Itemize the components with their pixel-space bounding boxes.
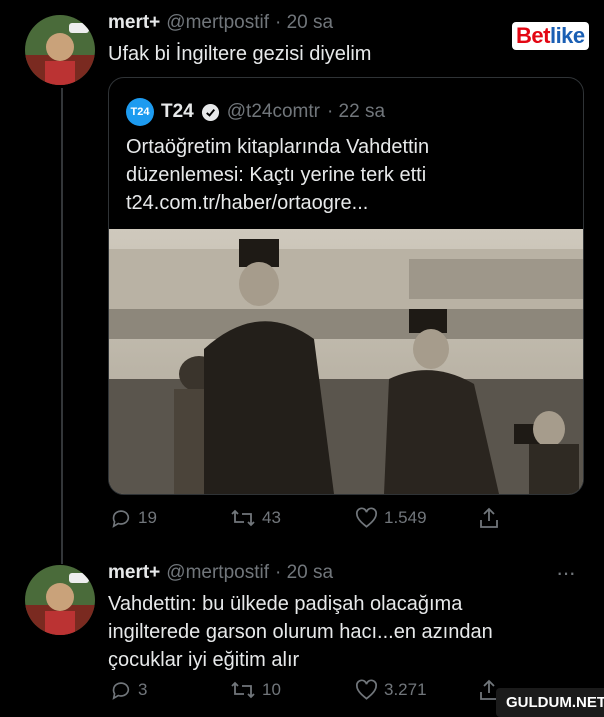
avatar[interactable] [25, 15, 95, 85]
retweet-button[interactable]: 43 [230, 507, 281, 529]
share-icon [480, 507, 498, 528]
brand-logo: Betlike [512, 22, 589, 50]
quote-header: T24 T24 @t24comtr · 22 sa [126, 98, 385, 126]
retweet-icon [231, 681, 255, 699]
tweet-text-line: ingilterede garson olurum hacı...en azın… [108, 621, 493, 643]
like-button[interactable]: 3.271 [355, 679, 427, 701]
reply-count: 19 [138, 508, 157, 527]
tweet-text: Ufak bi İngiltere gezisi diyelim [108, 43, 372, 65]
like-button[interactable]: 1.549 [355, 507, 427, 529]
retweet-count: 43 [262, 508, 281, 527]
tweet-time[interactable]: · 20 sa [275, 12, 333, 34]
author-name[interactable]: mert+ [108, 562, 160, 584]
quote-text: Ortaöğretim kitaplarında Vahdettin düzen… [126, 136, 430, 214]
tweet-header: mert+ @mertpostif · 20 sa [108, 12, 333, 34]
avatar[interactable] [25, 565, 95, 635]
tweet-time[interactable]: · 20 sa [275, 562, 333, 584]
like-icon [356, 679, 377, 700]
retweet-button[interactable]: 10 [230, 679, 281, 701]
retweet-icon [231, 509, 255, 527]
verified-badge-icon [201, 103, 220, 122]
tweet-text-line: Vahdettin: bu ülkede padişah olacağıma [108, 593, 463, 615]
watermark: GULDUM.NET [496, 688, 604, 717]
tweet-text-line: çocuklar iyi eğitim alır [108, 649, 300, 671]
thread-line [61, 88, 63, 564]
brand-logo-part1: Bet [516, 23, 550, 48]
reply-button[interactable]: 19 [110, 507, 157, 529]
quote-author-name: T24 [161, 101, 194, 122]
brand-logo-part2: like [549, 23, 585, 48]
more-options-icon[interactable]: ··· [556, 560, 576, 586]
reply-icon [112, 682, 130, 700]
like-count: 3.271 [384, 680, 427, 699]
quote-avatar: T24 [126, 98, 154, 126]
reply-count: 3 [138, 680, 148, 699]
quote-time: · 22 sa [326, 101, 386, 122]
quote-tweet[interactable]: T24 T24 @t24comtr · 22 sa Ortaöğretim ki… [108, 77, 584, 495]
quote-photo[interactable] [109, 229, 583, 494]
quote-author-handle: @t24comtr [226, 101, 320, 122]
like-icon [356, 507, 377, 528]
retweet-count: 10 [262, 680, 281, 699]
tweet-header: mert+ @mertpostif · 20 sa [108, 562, 333, 584]
author-handle[interactable]: @mertpostif [166, 12, 269, 34]
author-name[interactable]: mert+ [108, 12, 160, 34]
reply-button[interactable]: 3 [110, 679, 147, 701]
reply-icon [112, 510, 130, 528]
author-handle[interactable]: @mertpostif [166, 562, 269, 584]
share-button[interactable] [478, 507, 500, 529]
like-count: 1.549 [384, 508, 427, 527]
tweet-text: Vahdettin: bu ülkede padişah olacağıma i… [108, 590, 578, 674]
